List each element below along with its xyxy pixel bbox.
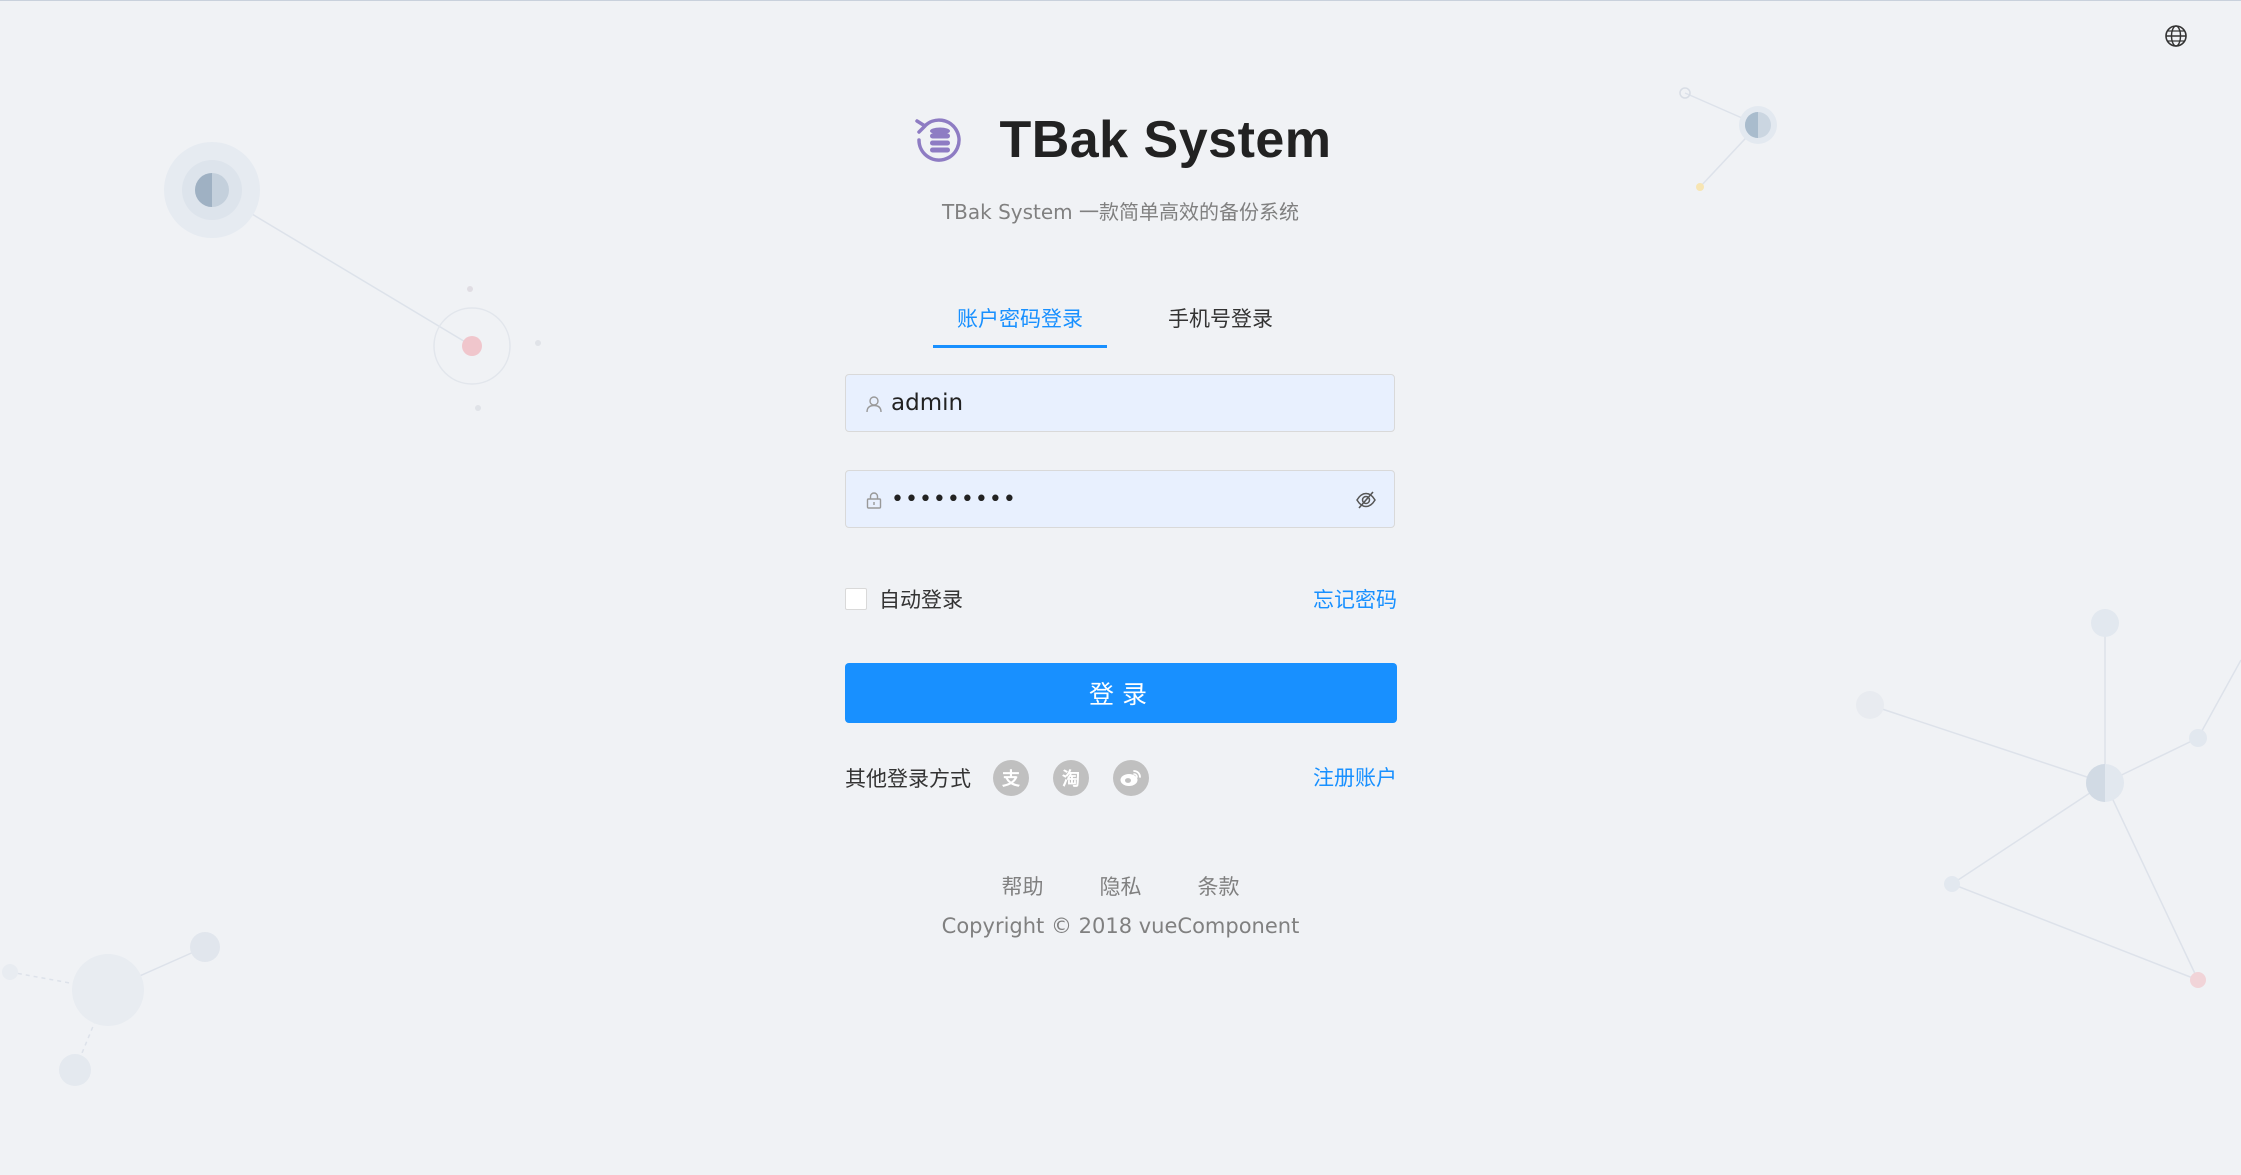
alipay-icon[interactable]: 支 <box>993 760 1029 796</box>
taobao-icon[interactable]: 淘 <box>1053 760 1089 796</box>
tab-account-password[interactable]: 账户密码登录 <box>933 300 1107 348</box>
tab-phone-login[interactable]: 手机号登录 <box>1168 300 1273 348</box>
app-subtitle: TBak System 一款简单高效的备份系统 <box>941 200 1300 224</box>
login-page: TBak System TBak System 一款简单高效的备份系统 账户密码… <box>0 0 2241 1175</box>
footer-link-terms[interactable]: 条款 <box>1198 871 1240 901</box>
lock-icon <box>864 490 884 510</box>
user-icon <box>864 394 884 414</box>
password-field <box>845 470 1395 528</box>
eye-invisible-icon[interactable] <box>1354 488 1378 512</box>
forgot-password-link[interactable]: 忘记密码 <box>1313 584 1397 614</box>
auto-login-label: 自动登录 <box>879 588 963 612</box>
language-switch-button[interactable] <box>2162 22 2190 50</box>
active-tab-indicator <box>933 345 1107 348</box>
login-button[interactable]: 登录 <box>845 663 1397 723</box>
checkbox-box[interactable] <box>845 588 867 610</box>
footer-link-help[interactable]: 帮助 <box>1002 871 1044 901</box>
register-account-link[interactable]: 注册账户 <box>1313 762 1397 792</box>
auto-login-checkbox[interactable]: 自动登录 <box>845 584 963 614</box>
weibo-icon[interactable] <box>1113 760 1149 796</box>
brand-header: TBak System <box>0 110 2241 170</box>
globe-icon <box>2165 25 2187 47</box>
username-field <box>845 374 1395 432</box>
username-input[interactable] <box>891 375 1331 431</box>
footer-links: 帮助 隐私 条款 <box>0 871 2241 901</box>
password-input[interactable] <box>891 471 1331 527</box>
copyright-text: Copyright © 2018 vueComponent <box>941 914 1300 938</box>
other-login-label: 其他登录方式 <box>845 767 971 791</box>
app-title: TBak System <box>999 111 1332 169</box>
other-login-methods: 其他登录方式 支 淘 <box>845 760 1173 796</box>
background-decoration <box>2 87 2241 1086</box>
footer-link-privacy[interactable]: 隐私 <box>1100 871 1142 901</box>
database-backup-logo-icon <box>915 118 962 162</box>
